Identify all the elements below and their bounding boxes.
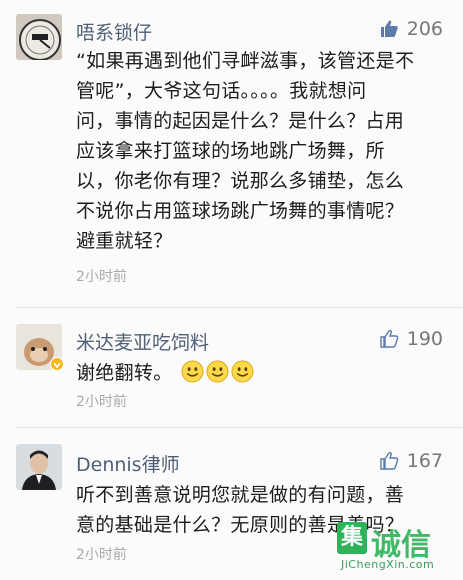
avatar[interactable] — [16, 14, 62, 60]
comment-line: 问，事情的起因是什么？是什么？占用 — [76, 110, 405, 132]
comment-text: 谢绝翻转。 — [76, 358, 448, 392]
like-count: 190 — [406, 328, 443, 350]
like-count: 167 — [406, 450, 443, 472]
comment-2: 米达麦亚吃饲料 190 谢绝翻转。 2小时前 — [0, 308, 463, 428]
thumbs-up-icon — [380, 20, 398, 37]
avatar[interactable] — [16, 444, 62, 490]
avatar-image — [16, 444, 62, 490]
smile-emoji-icon — [181, 360, 204, 392]
comment-timestamp: 2小时前 — [76, 547, 127, 563]
comment-line: 避重就轻？ — [76, 230, 173, 252]
smile-emoji-icon — [231, 360, 254, 392]
comment-line: 听不到善意说明您就是做的有问题，善 — [76, 484, 405, 506]
comment-author[interactable]: 米达麦亚吃饲料 — [76, 328, 209, 355]
thumbs-up-outline-icon — [380, 451, 399, 470]
comment-line: 谢绝翻转。 — [76, 362, 173, 384]
like-button[interactable]: 190 — [379, 328, 443, 350]
comment-author[interactable]: Dennis律师 — [76, 450, 180, 477]
comment-timestamp: 2小时前 — [76, 394, 127, 410]
comment-line: “如果再遇到他们寻衅滋事，该管还是不 — [76, 50, 415, 72]
comment-line: 以，你老你有理？说那么多铺垫，怎么 — [76, 170, 405, 192]
thumbs-up-outline-icon — [380, 329, 399, 348]
watermark-url: JiChengXin.com — [341, 558, 435, 571]
smile-emoji-icon — [206, 360, 229, 392]
comment-line: 管呢”，大爷这句话。。。。我就想问 — [76, 80, 367, 102]
watermark-logo: 集 — [337, 522, 367, 554]
comment-line: 应该拿来打篮球的场地跳广场舞，所 — [76, 140, 385, 162]
like-button[interactable]: 167 — [379, 450, 443, 472]
like-button[interactable]: 206 — [379, 18, 443, 40]
comment-text: “如果再遇到他们寻衅滋事，该管还是不 管呢”，大爷这句话。。。。我就想问 问，事… — [76, 46, 448, 256]
comment-timestamp: 2小时前 — [76, 269, 127, 285]
verified-badge-icon — [50, 357, 64, 371]
comment-line: 不说你占用篮球场跳广场舞的事情呢？ — [76, 200, 405, 222]
comment-author[interactable]: 唔系锁仔 — [76, 18, 152, 45]
watermark: 集 诚信 JiChengXin.com — [337, 518, 457, 578]
like-count: 206 — [406, 18, 443, 40]
avatar-image — [16, 14, 62, 60]
comment-1: 唔系锁仔 206 “如果再遇到他们寻衅滋事，该管还是不 管呢”，大爷这句话。。。… — [0, 0, 463, 305]
